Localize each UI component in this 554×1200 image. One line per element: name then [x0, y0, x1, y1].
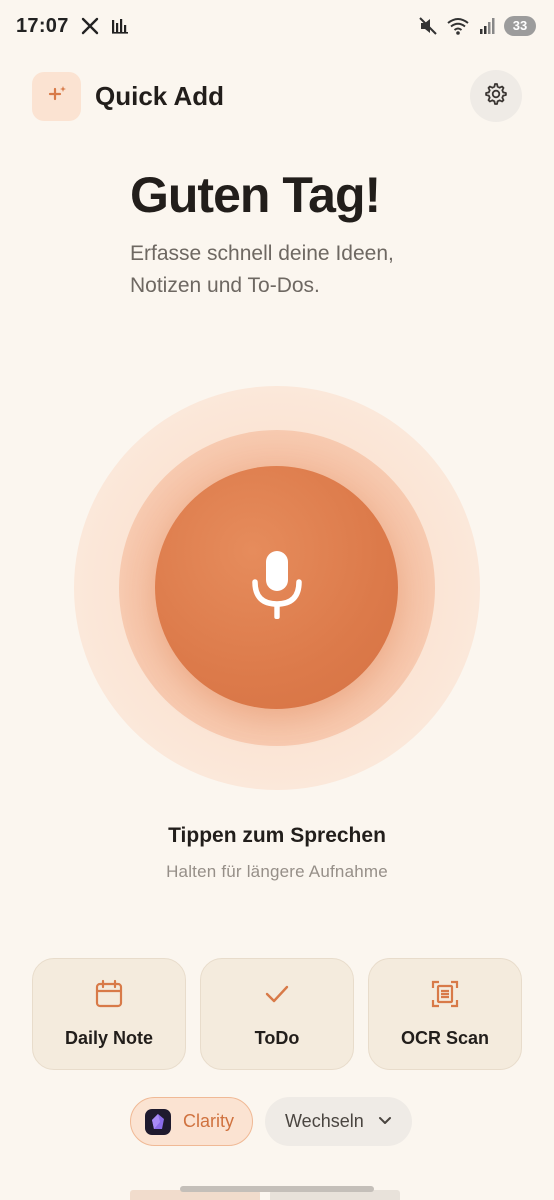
vault-selector: Clarity Wechseln [130, 1097, 412, 1146]
status-bar: 17:07 33 [0, 0, 554, 52]
greeting-title: Guten Tag! [130, 167, 381, 223]
switch-label: Wechseln [285, 1111, 364, 1131]
todo-button[interactable]: ToDo [200, 958, 354, 1070]
ocr-scan-button[interactable]: OCR Scan [368, 958, 522, 1070]
settings-button[interactable] [470, 70, 522, 122]
home-indicator[interactable] [180, 1186, 374, 1192]
record-button[interactable] [155, 466, 398, 709]
microphone-icon [250, 549, 304, 626]
vault-chip[interactable]: Clarity [130, 1097, 254, 1146]
signal-icon [478, 17, 496, 35]
battery-badge: 33 [504, 16, 536, 36]
app-header: Quick Add [32, 70, 522, 122]
app-title: Quick Add [95, 80, 225, 111]
app-logo [32, 71, 81, 121]
gear-icon [484, 82, 508, 111]
hold-to-record-label: Halten für längere Aufnahme [166, 862, 388, 881]
vault-label: Clarity [183, 1111, 235, 1131]
wifi-icon [446, 16, 470, 36]
document-scan-icon [430, 979, 460, 1014]
mute-vibrate-icon [418, 16, 438, 36]
greeting-subtitle: Erfasse schnell deine Ideen, Notizen und… [130, 242, 394, 297]
todo-label: ToDo [254, 1028, 300, 1048]
status-right: 33 [418, 16, 536, 36]
checkmark-icon [262, 979, 292, 1014]
quick-actions: Daily Note ToDo OCR Scan [32, 958, 522, 1070]
daily-note-button[interactable]: Daily Note [32, 958, 186, 1070]
obsidian-gem-icon [145, 1108, 171, 1135]
ocr-scan-label: OCR Scan [400, 1028, 490, 1048]
status-time: 17:07 [16, 14, 69, 37]
calendar-icon [94, 979, 124, 1014]
sparkle-plus-icon [46, 83, 68, 110]
daily-note-label: Daily Note [64, 1028, 154, 1048]
status-left: 17:07 [16, 15, 129, 38]
header-left: Quick Add [32, 71, 225, 121]
tap-to-speak-label: Tippen zum Sprechen [168, 824, 386, 847]
switch-vault-button[interactable]: Wechseln [265, 1097, 412, 1146]
chevron-down-icon [378, 1113, 392, 1131]
activity-icon [111, 17, 129, 35]
x-icon [81, 17, 99, 35]
